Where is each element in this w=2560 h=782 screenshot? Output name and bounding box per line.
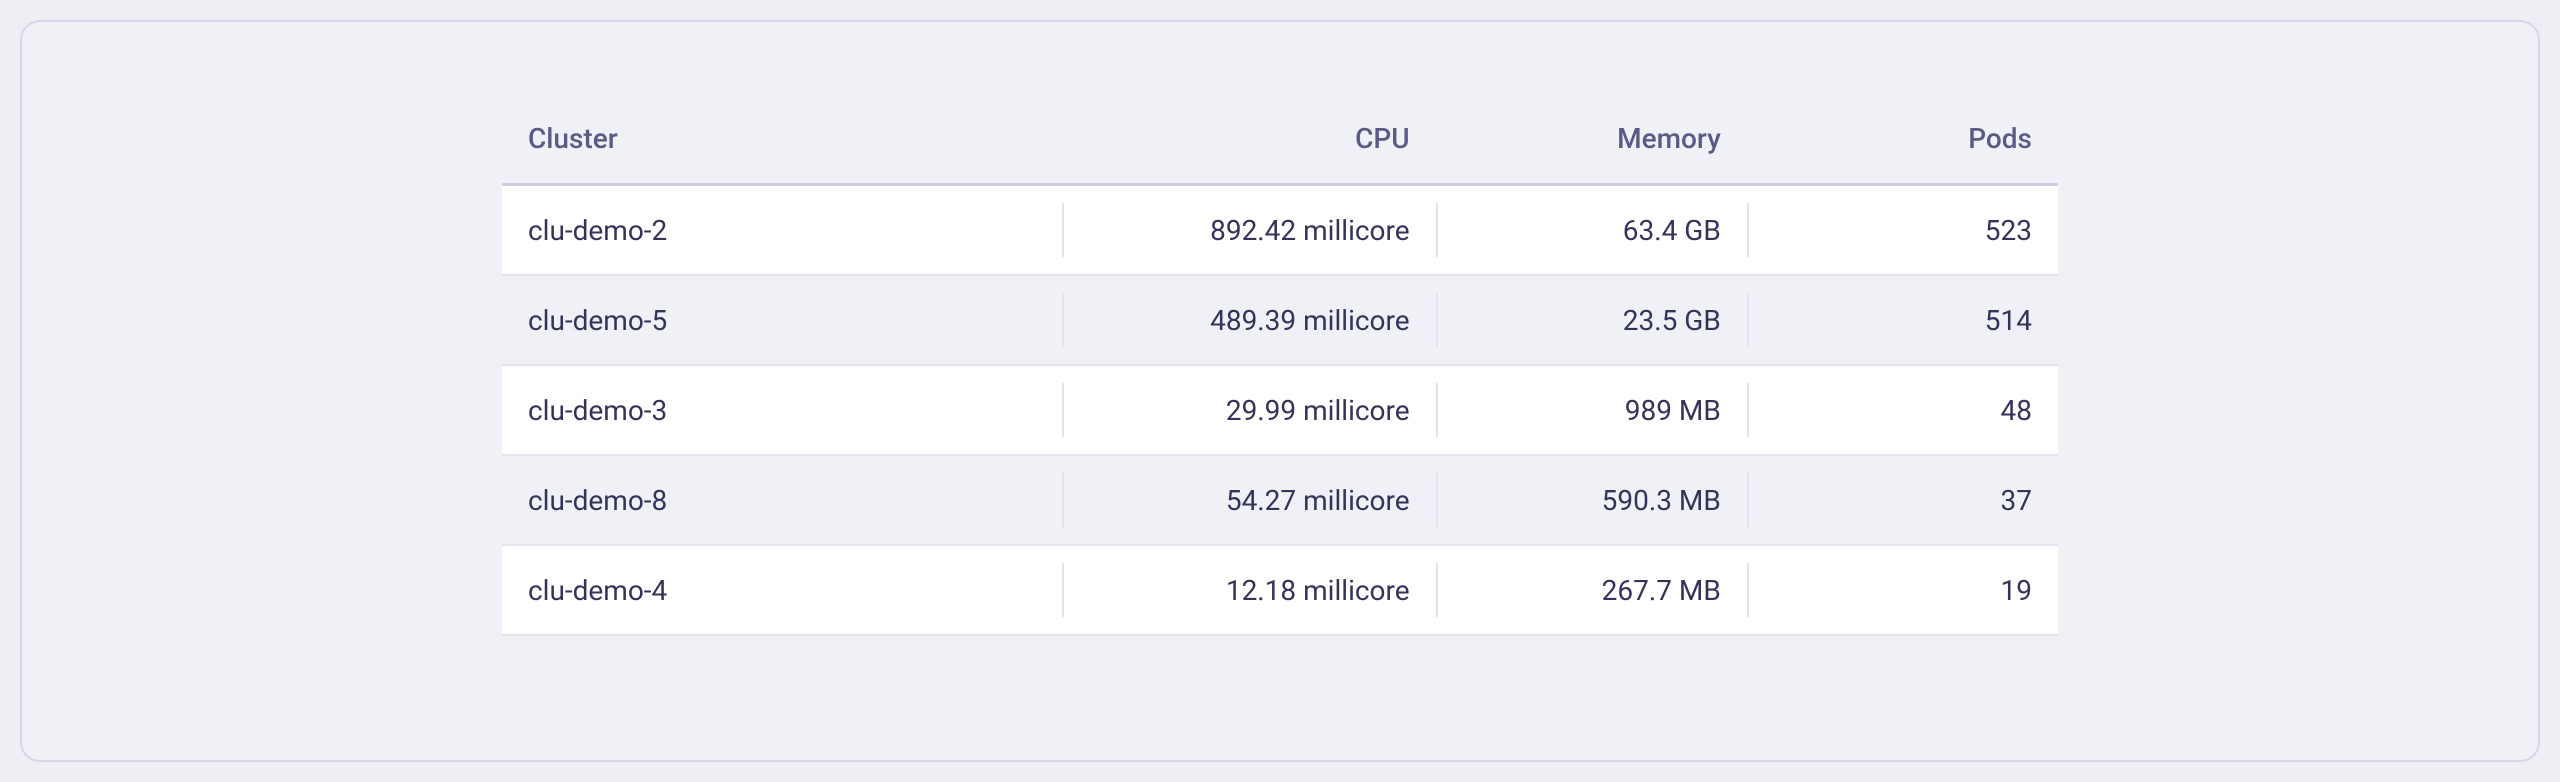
table-row[interactable]: clu-demo-3 29.99 millicore 989 MB 48: [502, 366, 2058, 456]
cell-cpu: 489.39 millicore: [1062, 304, 1435, 337]
column-header-cluster[interactable]: Cluster: [502, 122, 1062, 155]
cell-memory: 23.5 GB: [1436, 304, 1747, 337]
cell-cluster: clu-demo-2: [502, 214, 1062, 247]
cell-cpu: 29.99 millicore: [1062, 394, 1435, 427]
table-row[interactable]: clu-demo-2 892.42 millicore 63.4 GB 523: [502, 186, 2058, 276]
cell-memory: 63.4 GB: [1436, 214, 1747, 247]
cluster-table: Cluster CPU Memory Pods clu-demo-2 892.4…: [502, 122, 2058, 636]
table-body: clu-demo-2 892.42 millicore 63.4 GB 523 …: [502, 186, 2058, 636]
cell-memory: 590.3 MB: [1436, 484, 1747, 517]
cell-cpu: 12.18 millicore: [1062, 574, 1435, 607]
column-header-memory[interactable]: Memory: [1436, 122, 1747, 155]
cell-cluster: clu-demo-8: [502, 484, 1062, 517]
table-row[interactable]: clu-demo-4 12.18 millicore 267.7 MB 19: [502, 546, 2058, 636]
cell-cpu: 54.27 millicore: [1062, 484, 1435, 517]
cell-pods: 514: [1747, 304, 2058, 337]
cell-cpu: 892.42 millicore: [1062, 214, 1435, 247]
cell-cluster: clu-demo-3: [502, 394, 1062, 427]
cell-memory: 267.7 MB: [1436, 574, 1747, 607]
cell-pods: 19: [1747, 574, 2058, 607]
cell-pods: 523: [1747, 214, 2058, 247]
cell-pods: 37: [1747, 484, 2058, 517]
table-row[interactable]: clu-demo-5 489.39 millicore 23.5 GB 514: [502, 276, 2058, 366]
cell-cluster: clu-demo-4: [502, 574, 1062, 607]
table-row[interactable]: clu-demo-8 54.27 millicore 590.3 MB 37: [502, 456, 2058, 546]
cell-cluster: clu-demo-5: [502, 304, 1062, 337]
cell-memory: 989 MB: [1436, 394, 1747, 427]
table-header-row: Cluster CPU Memory Pods: [502, 122, 2058, 186]
cell-pods: 48: [1747, 394, 2058, 427]
cluster-table-card: Cluster CPU Memory Pods clu-demo-2 892.4…: [20, 20, 2540, 762]
column-header-cpu[interactable]: CPU: [1062, 122, 1435, 155]
column-header-pods[interactable]: Pods: [1747, 122, 2058, 155]
